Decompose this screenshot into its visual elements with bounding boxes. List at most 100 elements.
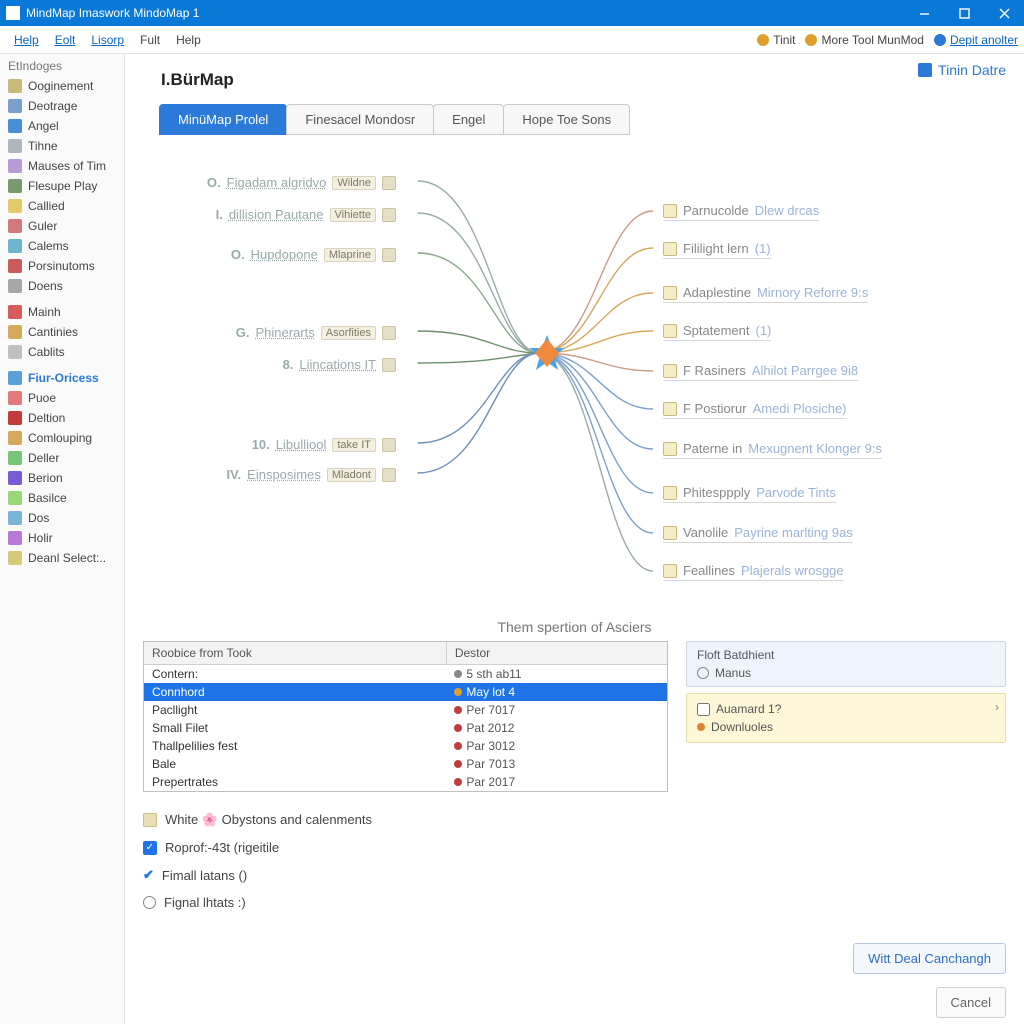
table-row[interactable]: BalePar 7013 [144, 755, 667, 773]
tab[interactable]: Finesacel Mondosr [286, 104, 434, 135]
mindmap-right-node[interactable]: Sptatement(1) [663, 323, 771, 341]
mindmap-right-node[interactable]: ParnucoldeDlew drcas [663, 203, 819, 221]
table-row[interactable]: Thallpelilies festPar 3012 [144, 737, 667, 755]
option-row[interactable]: White 🌸 Obystons and calenments [143, 806, 1006, 834]
sidebar-item[interactable]: Calems [0, 236, 124, 256]
table-row[interactable]: PrepertratesPar 2017 [144, 773, 667, 791]
menu-help[interactable]: Help [168, 29, 209, 51]
option-row[interactable]: Fignal lhtats :) [143, 889, 1006, 916]
primary-button[interactable]: Witt Deal Canchangh [853, 943, 1006, 974]
mindmap-left-node[interactable]: 8.Liincations IT [283, 357, 396, 372]
menu-help[interactable]: Help [6, 29, 47, 51]
mindmap-right-node[interactable]: FeallinesPlajerals wrosgge [663, 563, 844, 581]
sidebar-item-label: Berion [28, 471, 63, 485]
sidebar-icon [8, 239, 22, 253]
sidebar-icon [8, 471, 22, 485]
sidebar-item[interactable]: Deller [0, 448, 124, 468]
sidebar-item-label: Holir [28, 531, 53, 545]
tab[interactable]: Engel [433, 104, 504, 135]
sidebar-item[interactable]: Deotrage [0, 96, 124, 116]
sidebar-item[interactable]: Dos [0, 508, 124, 528]
top-badge[interactable]: Tinin Datre [918, 62, 1006, 78]
sidebar-item-label: Doens [28, 279, 63, 293]
sidebar-icon [8, 199, 22, 213]
side-box1-radio[interactable]: Manus [697, 666, 995, 680]
sidebar-item[interactable]: Berion [0, 468, 124, 488]
mindmap-left-node[interactable]: IV.EinsposimesMladont [226, 467, 396, 482]
expand-icon[interactable]: › [995, 700, 999, 714]
sidebar-item-label: Dos [28, 511, 49, 525]
sidebar-item[interactable]: Ooginement [0, 76, 124, 96]
sidebar-item-label: Calems [28, 239, 69, 253]
side-box2-row2[interactable]: Downluoles [697, 718, 995, 736]
mindmap-left-node[interactable]: G.PhinerartsAsorfities [236, 325, 396, 340]
sidebar-item[interactable]: Puoe [0, 388, 124, 408]
mindmap-right-node[interactable]: F RasinersAlhilot Parrgee 9i8 [663, 363, 858, 381]
sidebar-item[interactable]: Mauses of Tim [0, 156, 124, 176]
mindmap-left-node[interactable]: O.HupdoponeMlaprine [231, 247, 396, 262]
table-row[interactable]: Contern:5 sth ab11 [144, 665, 667, 683]
option-row[interactable]: Roprof:-43t (rigeitile [143, 834, 1006, 861]
sidebar-item[interactable]: Cantinies [0, 322, 124, 342]
side-panel: Floft Batdhient Manus › Auamard 1? Downl… [686, 641, 1006, 792]
menu-right-item[interactable]: More Tool MunMod [805, 33, 924, 47]
sidebar-item[interactable]: Flesupe Play [0, 176, 124, 196]
radio-icon [697, 667, 709, 679]
sidebar-icon [8, 139, 22, 153]
table-row[interactable]: Small FiletPat 2012 [144, 719, 667, 737]
sidebar-item[interactable]: Deanl Select:.. [0, 548, 124, 568]
mindmap-left-node[interactable]: 10.Libulliooltake IT [252, 437, 396, 452]
tab[interactable]: Hope Toe Sons [503, 104, 630, 135]
mindmap-right-node[interactable]: Paterne inMexugnent Klonger 9:s [663, 441, 882, 459]
sidebar-icon [8, 511, 22, 525]
table-col-2[interactable]: Destor [447, 642, 667, 664]
table-col-1[interactable]: Roobice from Took [144, 642, 447, 664]
node-icon [382, 208, 396, 222]
badge-icon [918, 63, 932, 77]
minimize-button[interactable] [904, 0, 944, 26]
mindmap-right-node[interactable]: VanolilePayrine marlting 9as [663, 525, 853, 543]
table-row[interactable]: ConnhordMay lot 4 [144, 683, 667, 701]
mindmap-right-node[interactable]: PhitesppplyParvode Tints [663, 485, 836, 503]
mindmap-right-node[interactable]: AdaplestineMirnory Reforre 9:s [663, 285, 868, 303]
mindmap-right-node[interactable]: Fililight lern(1) [663, 241, 771, 259]
sidebar-item[interactable]: Angel [0, 116, 124, 136]
sidebar-item[interactable]: Doens [0, 276, 124, 296]
table-body[interactable]: Contern:5 sth ab11ConnhordMay lot 4Pacll… [144, 665, 667, 791]
close-button[interactable] [984, 0, 1024, 26]
node-icon [663, 364, 677, 378]
mindmap-left-node[interactable]: O.Figadam algridvoWildne [207, 175, 396, 190]
radio-icon[interactable] [143, 896, 156, 909]
sidebar-item[interactable]: Comlouping [0, 428, 124, 448]
menu-lisorp[interactable]: Lisorp [83, 29, 132, 51]
side-box2-row1[interactable]: Auamard 1? [697, 700, 995, 718]
checkbox[interactable] [697, 703, 710, 716]
menu-right-item[interactable]: Tinit [757, 33, 795, 47]
tab[interactable]: MinüMap Prolel [159, 104, 287, 135]
sidebar-item[interactable]: Tihne [0, 136, 124, 156]
mindmap-left-node[interactable]: I.dillision PautaneVihiette [216, 207, 396, 222]
menu-eolt[interactable]: Eolt [47, 29, 84, 51]
maximize-button[interactable] [944, 0, 984, 26]
sidebar-item-label: Comlouping [28, 431, 92, 445]
node-icon [663, 564, 677, 578]
cancel-button[interactable]: Cancel [936, 987, 1006, 1018]
sidebar-item[interactable]: Deltion [0, 408, 124, 428]
checkbox-icon[interactable] [143, 841, 157, 855]
menu-right-item[interactable]: Depit anolter [934, 33, 1018, 47]
radio-label: Manus [715, 666, 751, 680]
app-icon [6, 6, 20, 20]
mindmap-right-node[interactable]: F PostiorurAmedi Plosiche) [663, 401, 847, 419]
sidebar-item[interactable]: Callied [0, 196, 124, 216]
option-row[interactable]: ✔Fimall latans () [143, 861, 1006, 889]
table-row[interactable]: PacllightPer 7017 [144, 701, 667, 719]
options-list: White 🌸 Obystons and calenmentsRoprof:-4… [143, 806, 1006, 916]
sidebar-item[interactable]: Cablits [0, 342, 124, 362]
sidebar-item[interactable]: Porsinutoms [0, 256, 124, 276]
sidebar-item[interactable]: Guler [0, 216, 124, 236]
menu-fult[interactable]: Fult [132, 29, 168, 51]
sidebar-item[interactable]: Holir [0, 528, 124, 548]
sidebar-item[interactable]: Fiur-Oricess [0, 368, 124, 388]
sidebar-item[interactable]: Basilce [0, 488, 124, 508]
sidebar-item[interactable]: Mainh [0, 302, 124, 322]
